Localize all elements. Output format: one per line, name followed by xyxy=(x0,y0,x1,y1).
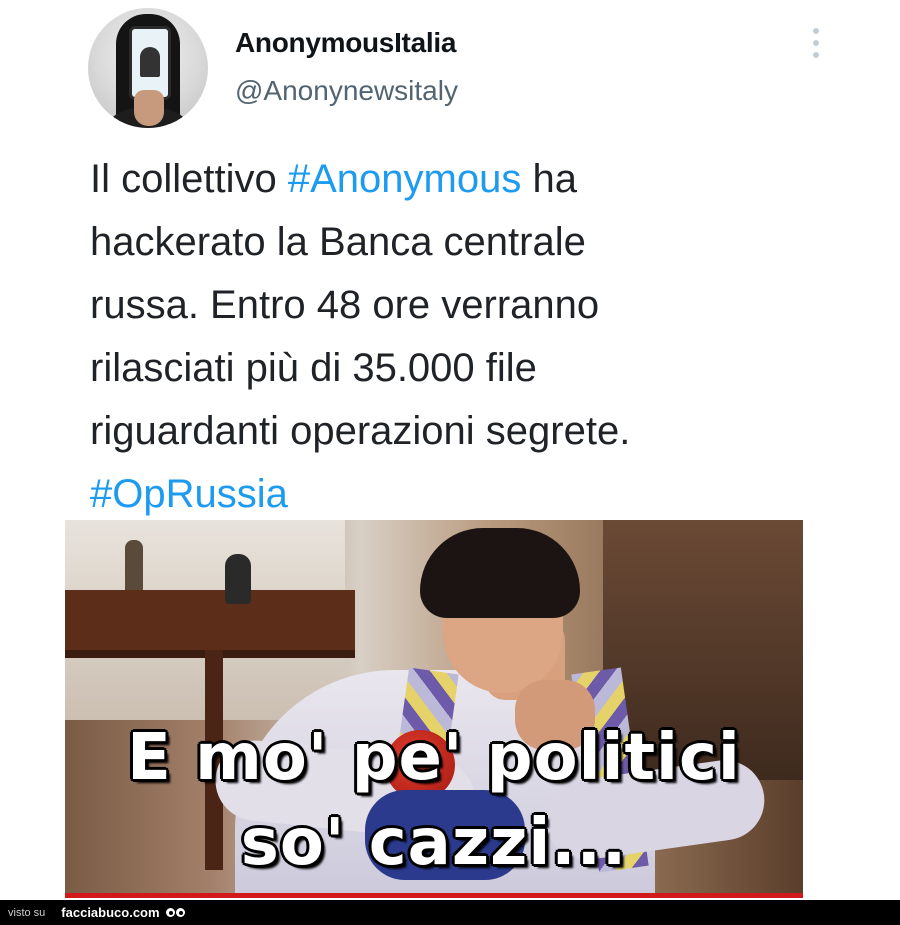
meme-caption-line1: E mo' pe' politici xyxy=(127,721,741,795)
meme-person-hair xyxy=(420,528,580,618)
eyes-logo-icon xyxy=(165,908,185,917)
avatar-hand xyxy=(134,90,164,126)
meme-image[interactable]: E mo' pe' politici so' cazzi... xyxy=(65,520,803,898)
tweet-line: #OpRussia xyxy=(90,463,810,526)
watermark-prefix: visto su xyxy=(8,906,46,919)
tweet-line: rilasciati più di 35.000 file xyxy=(90,337,810,400)
meme-caption-line2: so' cazzi... xyxy=(240,806,628,880)
tweet-text: Il collettivo #Anonymous ha hackerato la … xyxy=(90,148,810,526)
more-options-icon[interactable] xyxy=(806,28,826,58)
tweet-text-segment: ha xyxy=(521,157,577,201)
meme-table xyxy=(65,590,355,658)
meme-red-bar xyxy=(65,893,803,898)
watermark-bar: visto su facciabuco.com xyxy=(0,900,900,925)
tweet-line: Il collettivo #Anonymous ha xyxy=(90,148,810,211)
meme-vase xyxy=(225,554,251,604)
author-handle[interactable]: @Anonynewsitaly xyxy=(235,75,458,107)
tweet-text-segment: riguardanti operazioni segrete. xyxy=(90,409,631,453)
hashtag-link[interactable]: #OpRussia xyxy=(90,472,288,516)
tweet-line: hackerato la Banca centrale xyxy=(90,211,810,274)
author-avatar[interactable] xyxy=(88,8,208,128)
tweet-text-segment: rilasciati più di 35.000 file xyxy=(90,346,537,390)
tweet-line: riguardanti operazioni segrete. xyxy=(90,400,810,463)
hashtag-link[interactable]: #Anonymous xyxy=(288,157,521,201)
tweet-text-segment: russa. Entro 48 ore verranno xyxy=(90,283,600,327)
tweet-line: russa. Entro 48 ore verranno xyxy=(90,274,810,337)
author-display-name[interactable]: AnonymousItalia xyxy=(235,27,456,59)
watermark-site-link[interactable]: facciabuco.com xyxy=(61,905,159,920)
avatar-phone xyxy=(129,26,171,100)
tweet-text-segment: hackerato la Banca centrale xyxy=(90,220,586,264)
tweet-text-segment: Il collettivo xyxy=(90,157,288,201)
